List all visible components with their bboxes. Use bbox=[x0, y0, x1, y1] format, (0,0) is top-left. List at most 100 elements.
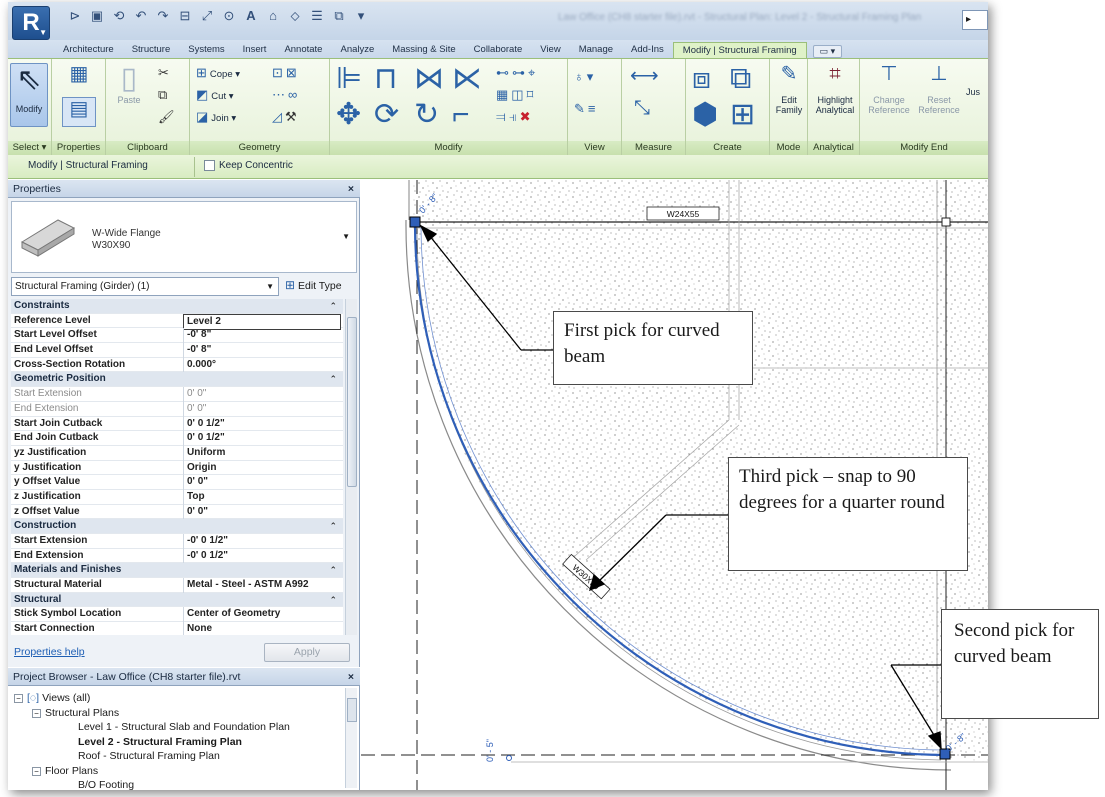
join-button[interactable]: ◪ Join ▾ bbox=[196, 109, 236, 125]
property-row[interactable]: yz Justification Uniform bbox=[11, 445, 343, 461]
measure-between-button[interactable]: ⟷ bbox=[630, 65, 659, 87]
undo-icon[interactable]: ↶ bbox=[132, 8, 150, 24]
instance-filter-dropdown[interactable]: Structural Framing (Girder) (1) ▼ bbox=[11, 277, 279, 296]
drawing-area[interactable]: W24X55 W30X90 0' - 8" 0' - 8" 0' - 5" Fi… bbox=[361, 180, 988, 790]
property-value[interactable]: Top bbox=[183, 489, 341, 505]
checkbox-box[interactable] bbox=[204, 160, 215, 171]
property-value[interactable]: -0' 0 1/2" bbox=[183, 548, 341, 564]
match-type-button[interactable]: 🖌 bbox=[158, 109, 178, 125]
property-row[interactable]: y Justification Origin bbox=[11, 460, 343, 476]
property-row[interactable]: Start Level Offset -0' 8" bbox=[11, 328, 343, 344]
modify-button[interactable]: ⇖ Modify bbox=[10, 63, 48, 127]
save-icon[interactable]: ▣ bbox=[88, 8, 106, 24]
tab-systems[interactable]: Systems bbox=[179, 42, 233, 58]
tab-annotate[interactable]: Annotate bbox=[275, 42, 331, 58]
highlight-analytical-button[interactable]: ⌗ Highlight Analytical bbox=[812, 63, 858, 115]
justification-button[interactable]: Jus bbox=[966, 87, 980, 97]
move-button[interactable]: ✥ bbox=[336, 99, 361, 131]
property-value[interactable]: -0' 0 1/2" bbox=[183, 534, 341, 549]
tab-view[interactable]: View bbox=[531, 42, 569, 58]
wall-joins-button[interactable]: ⊡ ⊠ bbox=[272, 65, 300, 81]
apply-button[interactable]: Apply bbox=[264, 643, 350, 662]
property-row[interactable]: End Extension 0' 0" bbox=[11, 401, 343, 417]
property-row[interactable]: End Join Cutback 0' 0 1/2" bbox=[11, 431, 343, 446]
type-properties-button[interactable]: ▦ bbox=[62, 63, 96, 85]
property-value[interactable]: -0' 8" bbox=[183, 328, 341, 344]
property-value[interactable]: None bbox=[183, 622, 341, 635]
application-menu-button[interactable]: R ▼ bbox=[12, 6, 50, 40]
collapse-icon[interactable]: ⌃ bbox=[329, 299, 337, 314]
tab-add-ins[interactable]: Add-Ins bbox=[622, 42, 673, 58]
tree-node[interactable]: Roof - Structural Framing Plan bbox=[78, 750, 220, 762]
aligned-dimension-button[interactable]: ⤡ bbox=[634, 97, 650, 119]
trim-multiple-button[interactable]: ⫤ ⫣ ✖ bbox=[496, 109, 534, 125]
tree-node[interactable]: Level 2 - Structural Framing Plan bbox=[78, 736, 242, 748]
split-button[interactable]: ⊷ ⊶ ⌖ bbox=[496, 65, 538, 81]
property-value[interactable]: 0' 0 1/2" bbox=[183, 416, 341, 432]
project-browser-scrollbar[interactable] bbox=[345, 688, 357, 788]
property-section-header[interactable]: Materials and Finishes ⌃ bbox=[11, 563, 343, 579]
cope-button[interactable]: ⊞ Cope ▾ bbox=[196, 65, 240, 81]
property-value[interactable]: Uniform bbox=[183, 445, 341, 461]
collapse-icon[interactable]: ⌃ bbox=[329, 593, 337, 608]
redo-icon[interactable]: ↷ bbox=[154, 8, 172, 24]
info-center-search[interactable]: ▸ bbox=[962, 10, 988, 30]
property-value[interactable]: 0.000° bbox=[183, 357, 341, 373]
property-section-header[interactable]: Constraints ⌃ bbox=[11, 299, 343, 314]
trim-button[interactable]: ⌐ bbox=[452, 99, 470, 131]
select-dropdown[interactable]: Select ▾ bbox=[8, 141, 51, 155]
sync-icon[interactable]: ⟲ bbox=[110, 8, 128, 24]
scrollbar-thumb[interactable] bbox=[347, 317, 357, 487]
properties-close-button[interactable]: × bbox=[348, 180, 354, 198]
tab-massing-site[interactable]: Massing & Site bbox=[383, 42, 464, 58]
reset-reference-button[interactable]: ⊥ Reset Reference bbox=[916, 63, 962, 115]
property-row[interactable]: Cross-Section Rotation 0.000° bbox=[11, 357, 343, 373]
ribbon-minimize-toggle[interactable]: ▭ ▾ bbox=[812, 45, 843, 58]
tab-structure[interactable]: Structure bbox=[123, 42, 180, 58]
property-row[interactable]: z Justification Top bbox=[11, 489, 343, 505]
create-parts-button[interactable]: ⬢ bbox=[692, 99, 718, 131]
expand-collapse-icon[interactable]: − bbox=[32, 766, 41, 776]
linework-button[interactable]: ✎ ≡ bbox=[574, 101, 599, 117]
keep-concentric-checkbox[interactable]: Keep Concentric bbox=[204, 160, 293, 171]
close-hidden-icon[interactable]: ⧉ bbox=[330, 8, 348, 24]
property-row[interactable]: Reference Level Level 2 bbox=[11, 313, 343, 331]
switch-windows-icon[interactable]: ▾ bbox=[352, 8, 370, 24]
split-face-button[interactable]: ⋯ ∞ bbox=[272, 87, 300, 103]
collapse-icon[interactable]: ⌃ bbox=[329, 372, 337, 387]
property-row[interactable]: z Offset Value 0' 0" bbox=[11, 504, 343, 520]
property-row[interactable]: Start Extension 0' 0" bbox=[11, 387, 343, 402]
property-value[interactable]: Center of Geometry bbox=[183, 607, 341, 623]
tag-icon[interactable]: ⊙ bbox=[220, 8, 238, 24]
create-group-button[interactable]: ⊞ bbox=[730, 99, 755, 131]
tab-architecture[interactable]: Architecture bbox=[54, 42, 123, 58]
expand-collapse-icon[interactable]: − bbox=[14, 694, 23, 703]
collapse-icon[interactable]: ⌃ bbox=[329, 563, 337, 578]
property-value[interactable]: -0' 8" bbox=[183, 343, 341, 358]
measure-icon[interactable]: ⊟ bbox=[176, 8, 194, 24]
tree-node[interactable]: − Structural Plans bbox=[32, 707, 119, 719]
dimension-icon[interactable]: ⤢ bbox=[198, 8, 216, 24]
tree-node[interactable]: B/O Footing bbox=[78, 779, 134, 790]
tree-node[interactable]: − [◌] Views (all) bbox=[14, 692, 90, 704]
paint-button[interactable]: ◿ ⚒ bbox=[272, 109, 300, 125]
paste-button[interactable]: ▯ Paste bbox=[110, 63, 148, 106]
mirror-draw-button[interactable]: ⋉ bbox=[452, 63, 482, 95]
properties-scrollbar[interactable] bbox=[345, 299, 357, 635]
property-row[interactable]: Start Connection None bbox=[11, 622, 343, 635]
tree-node[interactable]: Level 1 - Structural Slab and Foundation… bbox=[78, 721, 290, 733]
type-dropdown-icon[interactable]: ▼ bbox=[342, 232, 350, 241]
align-button[interactable]: ⊫ bbox=[336, 63, 362, 95]
copy-button[interactable]: ⟳ bbox=[374, 99, 399, 131]
3d-view-icon[interactable]: ⌂ bbox=[264, 8, 282, 24]
text-icon[interactable]: A bbox=[242, 8, 260, 24]
tab-manage[interactable]: Manage bbox=[570, 42, 622, 58]
offset-button[interactable]: ⊓ bbox=[374, 63, 397, 95]
cut-clipboard-button[interactable]: ✂ bbox=[158, 65, 172, 81]
cut-geometry-button[interactable]: ◩ Cut ▾ bbox=[196, 87, 234, 103]
expand-collapse-icon[interactable]: − bbox=[32, 708, 41, 718]
property-section-header[interactable]: Geometric Position ⌃ bbox=[11, 372, 343, 388]
mirror-axis-button[interactable]: ⋈ bbox=[414, 63, 444, 95]
tree-node[interactable]: − Floor Plans bbox=[32, 765, 98, 777]
array-button[interactable]: ▦ ◫ ⌑ bbox=[496, 87, 536, 103]
